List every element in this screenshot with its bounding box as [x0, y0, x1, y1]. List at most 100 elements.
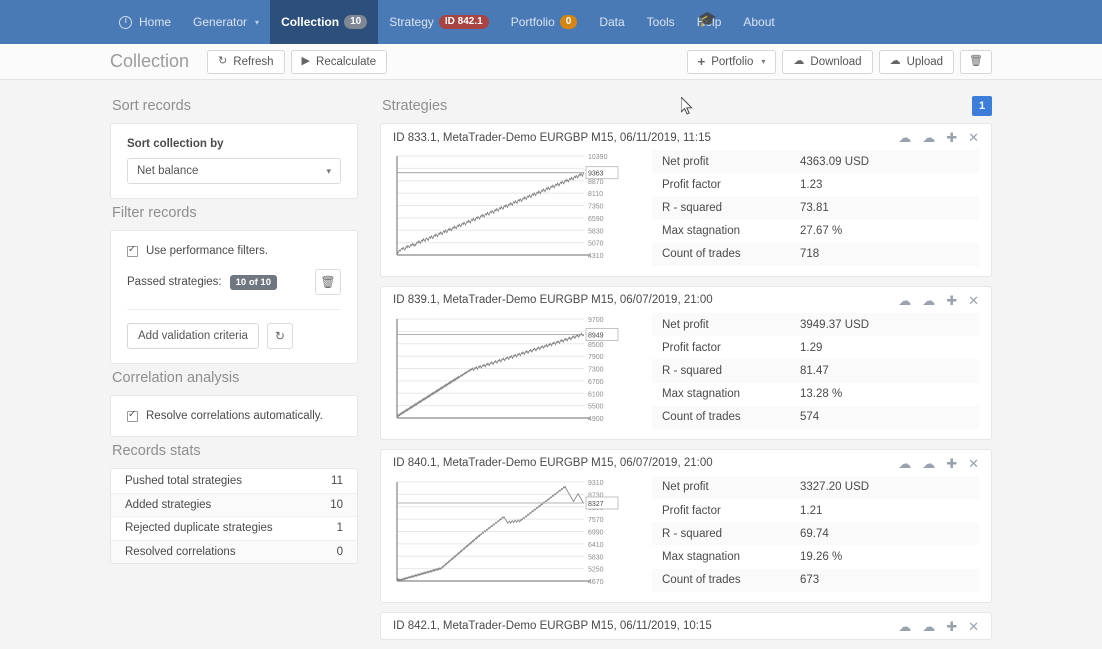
close-icon[interactable]: ✕ — [968, 131, 979, 144]
strategy-card-header: ID 842.1, MetaTrader-Demo EURGBP M15, 06… — [381, 613, 991, 639]
stat-value: 10 — [330, 499, 343, 511]
nav-item-portfolio-label: Portfolio — [511, 15, 555, 29]
graduation-cap-icon[interactable]: 🎓 — [698, 12, 717, 27]
plus-icon[interactable]: ✚ — [946, 131, 957, 144]
nav-item-home-label: Home — [139, 15, 171, 29]
strategy-metrics-table: Net profit4363.09 USDProfit factor1.23R … — [652, 150, 979, 266]
strategy-card-title: ID 833.1, MetaTrader-Demo EURGBP M15, 06… — [393, 132, 711, 144]
svg-text:6100: 6100 — [588, 391, 604, 398]
refresh-label: Refresh — [233, 56, 273, 68]
filter-records-card: Use performance filters. Passed strategi… — [110, 230, 358, 364]
nav-item-data[interactable]: Data — [588, 0, 635, 44]
svg-text:7570: 7570 — [588, 517, 604, 524]
metric-label: Profit factor — [662, 179, 800, 191]
upload-label: Upload — [907, 56, 943, 68]
stat-value: 1 — [337, 522, 343, 534]
metric-row: Profit factor1.23 — [652, 173, 979, 196]
plus-icon[interactable]: ✚ — [946, 620, 957, 633]
nav-item-generator[interactable]: Generator ▾ — [182, 0, 270, 44]
main-navbar: Home Generator ▾ Collection 10 Strategy … — [0, 0, 1102, 44]
sidebar: Sort records Sort collection by Net bala… — [110, 92, 358, 649]
nav-badge-strategy-id: ID 842.1 — [439, 15, 489, 29]
svg-text:8110: 8110 — [588, 191, 603, 198]
recalculate-button[interactable]: ▶ Recalculate — [291, 50, 388, 74]
nav-item-collection[interactable]: Collection 10 — [270, 0, 378, 44]
download-cloud-icon[interactable]: ☁ — [898, 131, 911, 144]
recalculate-label: Recalculate — [316, 56, 376, 68]
stat-label: Pushed total strategies — [125, 475, 242, 487]
delete-collection-button[interactable]: 🗑 — [960, 50, 992, 74]
sort-collection-by-select[interactable]: Net balance ▾ — [127, 158, 341, 184]
metric-value: 19.26 % — [800, 551, 969, 563]
passed-strategies-row: Passed strategies: 10 of 10 🗑 — [127, 269, 341, 295]
clear-filters-button[interactable]: 🗑 — [315, 269, 341, 295]
plus-icon[interactable]: ✚ — [946, 294, 957, 307]
strategy-card: ID 842.1, MetaTrader-Demo EURGBP M15, 06… — [380, 612, 992, 640]
metric-label: Net profit — [662, 319, 800, 331]
metric-value: 673 — [800, 574, 969, 586]
nav-item-collection-label: Collection — [281, 15, 339, 29]
strategy-metrics-table: Net profit3327.20 USDProfit factor1.21R … — [652, 476, 979, 592]
trash-icon: 🗑 — [969, 56, 983, 67]
play-icon: ▶ — [302, 56, 310, 67]
metric-value: 1.21 — [800, 505, 969, 517]
download-cloud-icon[interactable]: ☁ — [898, 620, 911, 633]
upload-cloud-icon[interactable]: ☁ — [922, 131, 935, 144]
close-icon[interactable]: ✕ — [968, 294, 979, 307]
close-icon[interactable]: ✕ — [968, 457, 979, 470]
strategy-card-actions: ☁ ☁ ✚ ✕ — [898, 294, 979, 307]
metric-value: 73.81 — [800, 202, 969, 214]
nav-item-generator-label: Generator — [193, 15, 247, 29]
svg-text:4670: 4670 — [588, 579, 604, 586]
pagination-page-1[interactable]: 1 — [972, 96, 992, 116]
upload-cloud-icon[interactable]: ☁ — [922, 457, 935, 470]
strategy-card: ID 833.1, MetaTrader-Demo EURGBP M15, 06… — [380, 123, 992, 277]
upload-cloud-icon[interactable]: ☁ — [922, 294, 935, 307]
nav-item-about[interactable]: About — [732, 0, 785, 44]
resolve-correlations-row[interactable]: Resolve correlations automatically. — [127, 410, 341, 422]
refresh-button[interactable]: ↻ Refresh — [207, 50, 285, 74]
equity-chart: 9310873081507570699064105830525046708327 — [393, 476, 638, 592]
download-button[interactable]: ☁ Download — [782, 50, 872, 74]
nav-item-tools[interactable]: Tools — [636, 0, 686, 44]
nav-item-strategy[interactable]: Strategy ID 842.1 — [378, 0, 500, 44]
metric-row: Count of trades718 — [652, 243, 979, 266]
nav-item-home[interactable]: Home — [108, 0, 182, 44]
use-performance-filters-checkbox[interactable] — [127, 246, 138, 257]
close-icon[interactable]: ✕ — [968, 620, 979, 633]
strategies-header: Strategies 1 — [380, 92, 992, 123]
metric-row: Profit factor1.29 — [652, 336, 979, 359]
svg-text:4900: 4900 — [588, 416, 604, 423]
metric-label: Max stagnation — [662, 225, 800, 237]
strategy-card: ID 839.1, MetaTrader-Demo EURGBP M15, 06… — [380, 286, 992, 440]
refresh-icon: ↻ — [218, 56, 227, 67]
plus-icon[interactable]: ✚ — [946, 457, 957, 470]
svg-text:9363: 9363 — [588, 171, 604, 178]
metric-label: Count of trades — [662, 248, 800, 260]
strategy-metrics-table: Net profit3949.37 USD Profit factor1.29 R … — [652, 313, 979, 429]
chevron-down-icon: ▾ — [326, 166, 331, 177]
reload-filters-button[interactable]: ↻ — [267, 323, 293, 349]
use-performance-filters-label: Use performance filters. — [146, 245, 268, 257]
upload-cloud-icon[interactable]: ☁ — [922, 620, 935, 633]
upload-cloud-icon: ☁ — [890, 56, 901, 67]
svg-text:6700: 6700 — [588, 379, 604, 386]
add-validation-criteria-button[interactable]: Add validation criteria — [127, 323, 259, 349]
metric-value: 3949.37 USD — [800, 319, 969, 331]
add-portfolio-button[interactable]: + Portfolio ▾ — [687, 50, 777, 74]
metric-label: Net profit — [662, 156, 800, 168]
nav-item-portfolio[interactable]: Portfolio 0 — [500, 0, 589, 44]
nav-badge-collection: 10 — [344, 15, 367, 29]
metric-label: R - squared — [662, 365, 800, 377]
correlation-analysis-card: Resolve correlations automatically. — [110, 395, 358, 437]
svg-text:4310: 4310 — [588, 253, 604, 260]
use-performance-filters-row[interactable]: Use performance filters. — [127, 245, 341, 257]
portfolio-label: Portfolio — [711, 56, 753, 68]
metric-label: R - squared — [662, 528, 800, 540]
resolve-correlations-checkbox[interactable] — [127, 411, 138, 422]
upload-button[interactable]: ☁ Upload — [879, 50, 954, 74]
download-cloud-icon[interactable]: ☁ — [898, 457, 911, 470]
resolve-correlations-label: Resolve correlations automatically. — [146, 410, 323, 422]
strategy-card-header: ID 840.1, MetaTrader-Demo EURGBP M15, 06… — [381, 450, 991, 476]
download-cloud-icon[interactable]: ☁ — [898, 294, 911, 307]
